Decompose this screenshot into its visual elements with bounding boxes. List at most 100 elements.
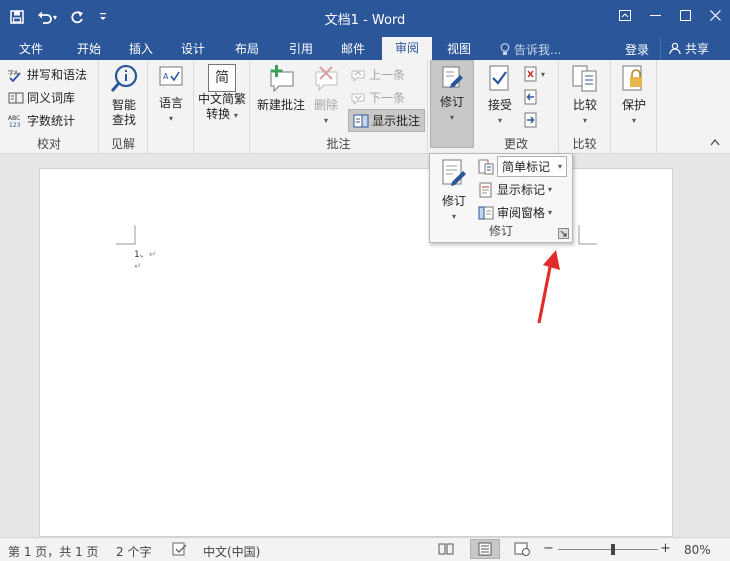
tell-me-search[interactable]: 告诉我... (500, 41, 561, 58)
page-count[interactable]: 第 1 页，共 1 页 (8, 543, 99, 560)
delete-comment-button[interactable]: 删除 ▾ (308, 64, 344, 128)
smart-lookup-button[interactable]: 智能 查找 (105, 64, 143, 128)
tab-insert[interactable]: 插入 (118, 38, 164, 60)
popup-group-label: 修订 (488, 224, 513, 238)
tab-mailings[interactable]: 邮件 (330, 38, 376, 60)
tab-design[interactable]: 设计 (170, 38, 216, 60)
group-insights: 智能 查找 见解 (99, 60, 148, 154)
zoom-slider-thumb[interactable] (611, 544, 615, 555)
group-comments: 新建批注 删除 ▾ 上一条 下一条 显示批注 批注 (250, 60, 428, 154)
delete-comment-icon (315, 66, 338, 92)
tracking-options-launcher[interactable] (558, 228, 569, 239)
share-label: 共享 (685, 41, 710, 56)
new-comment-button[interactable]: 新建批注 (252, 64, 310, 113)
next-change-icon (524, 112, 537, 128)
ribbon-tabs: 文件 开始 插入 设计 布局 引用 邮件 审阅 视图 告诉我... 登录 共享 (0, 34, 730, 60)
language-icon: A (159, 66, 183, 86)
next-comment-icon (351, 93, 365, 105)
login-link[interactable]: 登录 (625, 41, 649, 58)
group-language: A 语言 ▾ (148, 60, 194, 154)
document-line-2: ↵ (134, 262, 142, 272)
thesaurus-button[interactable]: 同义词库 (8, 89, 75, 106)
word-count-icon: ABC123 (8, 115, 21, 128)
document-area: 1、↵ ↵ (0, 155, 730, 537)
print-layout-button[interactable] (470, 539, 500, 559)
simplified-char-icon: 简 (208, 64, 236, 92)
read-mode-button[interactable] (438, 542, 454, 559)
group-label-comments: 批注 (326, 137, 351, 151)
zoom-in-button[interactable]: + (660, 541, 671, 556)
ribbon-display-options-button[interactable] (610, 0, 640, 30)
language-status[interactable]: 中文(中国) (203, 543, 260, 560)
svg-text:A: A (163, 72, 169, 81)
tracking-popup: 修订 ▾ 简单标记 ▾ 显示标记 ▾ 审阅窗格 ▾ 修订 (429, 153, 573, 243)
markup-mode-icon (478, 159, 494, 174)
language-button[interactable]: A 语言 ▾ (154, 64, 188, 126)
status-bar: 第 1 页，共 1 页 2 个字 中文(中国) − + 80% (0, 537, 730, 561)
reject-button[interactable]: ▾ (524, 66, 545, 82)
print-layout-icon (478, 542, 492, 556)
tab-view[interactable]: 视图 (436, 38, 482, 60)
popup-track-changes-button[interactable]: 修订 ▾ (436, 158, 472, 224)
zoom-level[interactable]: 80% (684, 543, 711, 557)
group-changes: 接受 ▾ ▾ 更改 (474, 60, 559, 154)
word-count[interactable]: 2 个字 (116, 543, 151, 560)
reject-icon (524, 66, 537, 82)
maximize-button[interactable] (670, 0, 700, 30)
reviewing-pane-icon (478, 206, 494, 219)
show-markup-button[interactable]: 显示标记 ▾ (478, 181, 552, 198)
zoom-out-button[interactable]: − (543, 541, 554, 556)
next-comment-button[interactable]: 下一条 (350, 89, 405, 106)
zoom-slider[interactable] (558, 544, 658, 555)
track-changes-dropdown-button[interactable]: 修订 ▾ (435, 65, 469, 125)
collapse-ribbon-button[interactable] (710, 135, 720, 149)
group-label-proofing: 校对 (36, 137, 61, 151)
chinese-conversion-button[interactable]: 简 中文简繁 转换 ▾ (196, 64, 248, 123)
minimize-button[interactable] (640, 0, 670, 30)
red-arrow-annotation (537, 250, 560, 324)
document-line-1: 1、↵ (134, 250, 157, 260)
previous-change-button[interactable] (524, 89, 538, 105)
spelling-grammar-button[interactable]: 字A 拼写和语法 (8, 66, 87, 83)
accept-button[interactable]: 接受 ▾ (482, 64, 518, 128)
document-page[interactable]: 1、↵ ↵ (39, 168, 673, 537)
margin-mark-top-left (116, 225, 136, 245)
tell-me-text: 告诉我... (514, 43, 562, 57)
close-icon (709, 9, 721, 21)
previous-comment-button[interactable]: 上一条 (350, 66, 405, 83)
tab-home[interactable]: 开始 (66, 38, 112, 60)
track-changes-icon (442, 66, 463, 88)
dialog-launcher-icon (560, 230, 567, 237)
web-layout-icon (514, 542, 530, 556)
group-tracking: 修订 ▾ (430, 60, 474, 148)
spelling-check-icon: 字A (8, 69, 21, 82)
markup-mode-row: 简单标记 ▾ (478, 156, 568, 177)
next-change-button[interactable] (524, 112, 538, 128)
protect-button[interactable]: 保护 ▾ (616, 64, 652, 128)
proofing-status[interactable] (172, 542, 188, 559)
group-label-changes: 更改 (503, 137, 528, 151)
markup-mode-select[interactable]: 简单标记 ▾ (497, 156, 568, 177)
book-icon (8, 92, 24, 103)
compare-button[interactable]: 比较 ▾ (567, 64, 603, 128)
show-comments-button[interactable]: 显示批注 (348, 109, 426, 132)
new-comment-icon (270, 65, 294, 93)
tab-layout[interactable]: 布局 (224, 38, 270, 60)
chevron-down-icon: ▾ (558, 162, 563, 171)
proofing-status-icon (172, 542, 187, 556)
tab-file[interactable]: 文件 (8, 38, 54, 60)
track-changes-icon (442, 159, 466, 186)
web-layout-button[interactable] (514, 542, 530, 559)
margin-mark-top-right (578, 225, 597, 245)
lock-icon (622, 65, 642, 91)
share-button[interactable]: 共享 (660, 37, 730, 59)
svg-text:123: 123 (9, 122, 21, 128)
group-proofing: 字A 拼写和语法 同义词库 ABC 123 字数统计 校对 (0, 60, 99, 154)
tab-review[interactable]: 审阅 (382, 37, 432, 60)
word-count-button[interactable]: ABC 123 字数统计 (8, 112, 75, 129)
show-comments-icon (353, 114, 369, 127)
reviewing-pane-button[interactable]: 审阅窗格 ▾ (478, 204, 552, 221)
previous-comment-icon (351, 70, 365, 82)
close-button[interactable] (700, 0, 730, 30)
tab-references[interactable]: 引用 (278, 38, 324, 60)
